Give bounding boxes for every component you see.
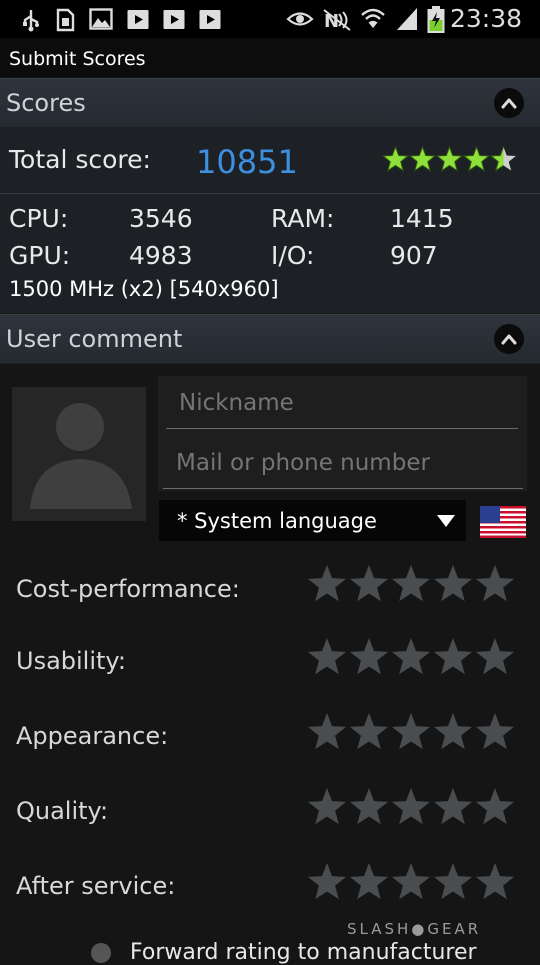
nickname-underline: [166, 428, 518, 429]
rating-label: Quality:: [16, 797, 109, 825]
total-score-value: 10851: [196, 143, 298, 181]
star-icon: [475, 713, 515, 750]
chevron-up-icon: [501, 334, 517, 345]
nfc-off-icon: N: [323, 9, 351, 32]
play-store-icon: [163, 10, 185, 29]
star-icon: [475, 638, 515, 675]
star-icon: [475, 788, 515, 825]
total-score-label: Total score:: [9, 145, 151, 174]
status-bar: N 23:38: [0, 0, 540, 38]
star-icon: [433, 565, 473, 602]
title-bar: Submit Scores: [0, 38, 540, 77]
us-flag-icon[interactable]: [480, 506, 526, 538]
play-store-icon: [127, 10, 149, 29]
star-icon: [433, 713, 473, 750]
rating-stars[interactable]: [306, 637, 518, 679]
hardware-info: 1500 MHz (x2) [540x960]: [9, 277, 279, 301]
watermark: SLASH●GEAR: [347, 920, 482, 938]
contact-underline: [163, 488, 523, 489]
clock: 23:38: [449, 4, 522, 33]
star-icon: [349, 565, 389, 602]
rating-stars[interactable]: [306, 712, 518, 754]
star-filled-icon: [409, 146, 436, 172]
smart-stay-eye-icon: [286, 12, 314, 26]
gpu-value: 4983: [129, 241, 193, 270]
star-icon: [391, 788, 431, 825]
nickname-input[interactable]: [179, 390, 509, 416]
star-icon: [475, 565, 515, 602]
ram-value: 1415: [390, 204, 454, 233]
rating-label: Usability:: [16, 647, 126, 675]
dropdown-arrow-icon: [437, 515, 455, 527]
star-icon: [349, 713, 389, 750]
rating-label: Appearance:: [16, 722, 169, 750]
user-placeholder-icon: [30, 403, 132, 509]
forward-rating-label: Forward rating to manufacturer: [130, 940, 477, 965]
rating-stars[interactable]: [306, 787, 518, 829]
usb-icon: [23, 10, 39, 32]
language-select[interactable]: * System language: [159, 500, 466, 541]
star-icon: [391, 713, 431, 750]
signal-icon: [397, 8, 417, 30]
cpu-value: 3546: [129, 204, 193, 233]
star-icon: [307, 638, 347, 675]
rating-stars[interactable]: [306, 564, 518, 606]
battery-charging-icon: [427, 6, 445, 33]
star-filled-icon: [382, 146, 409, 172]
scores-section-header[interactable]: Scores: [0, 78, 540, 128]
star-icon: [475, 863, 515, 900]
rating-stars[interactable]: [306, 862, 518, 904]
collapse-comment-button[interactable]: [494, 324, 524, 354]
section-title: Scores: [6, 89, 86, 117]
wifi-icon: [361, 8, 385, 28]
sd-card-icon: [56, 8, 75, 32]
io-label: I/O:: [271, 241, 315, 270]
star-icon: [307, 863, 347, 900]
gallery-icon: [89, 8, 113, 30]
rating-label: Cost-performance:: [16, 575, 240, 603]
ram-label: RAM:: [271, 204, 335, 233]
star-icon: [307, 788, 347, 825]
star-filled-icon: [463, 146, 490, 172]
forward-rating-radio[interactable]: [91, 943, 111, 963]
section-title: User comment: [6, 325, 183, 353]
avatar[interactable]: [12, 387, 146, 521]
rating-label: After service:: [16, 872, 176, 900]
star-icon: [433, 638, 473, 675]
star-filled-icon: [436, 146, 463, 172]
star-icon: [307, 713, 347, 750]
page-title: Submit Scores: [9, 48, 146, 70]
io-value: 907: [390, 241, 438, 270]
star-icon: [391, 638, 431, 675]
star-icon: [391, 863, 431, 900]
gpu-label: GPU:: [9, 241, 71, 270]
cpu-label: CPU:: [9, 204, 69, 233]
star-icon: [433, 788, 473, 825]
star-icon: [349, 788, 389, 825]
star-icon: [349, 863, 389, 900]
total-score-rating: [382, 146, 516, 172]
user-comment-section-header[interactable]: User comment: [0, 314, 540, 364]
star-icon: [433, 863, 473, 900]
language-value: * System language: [177, 509, 377, 533]
play-store-icon: [199, 10, 221, 29]
collapse-scores-button[interactable]: [494, 88, 524, 118]
divider: [0, 193, 540, 194]
star-icon: [349, 638, 389, 675]
star-icon: [307, 565, 347, 602]
contact-input[interactable]: [176, 450, 506, 476]
svg-text:N: N: [324, 11, 339, 32]
star-icon: [391, 565, 431, 602]
chevron-up-icon: [501, 98, 517, 109]
